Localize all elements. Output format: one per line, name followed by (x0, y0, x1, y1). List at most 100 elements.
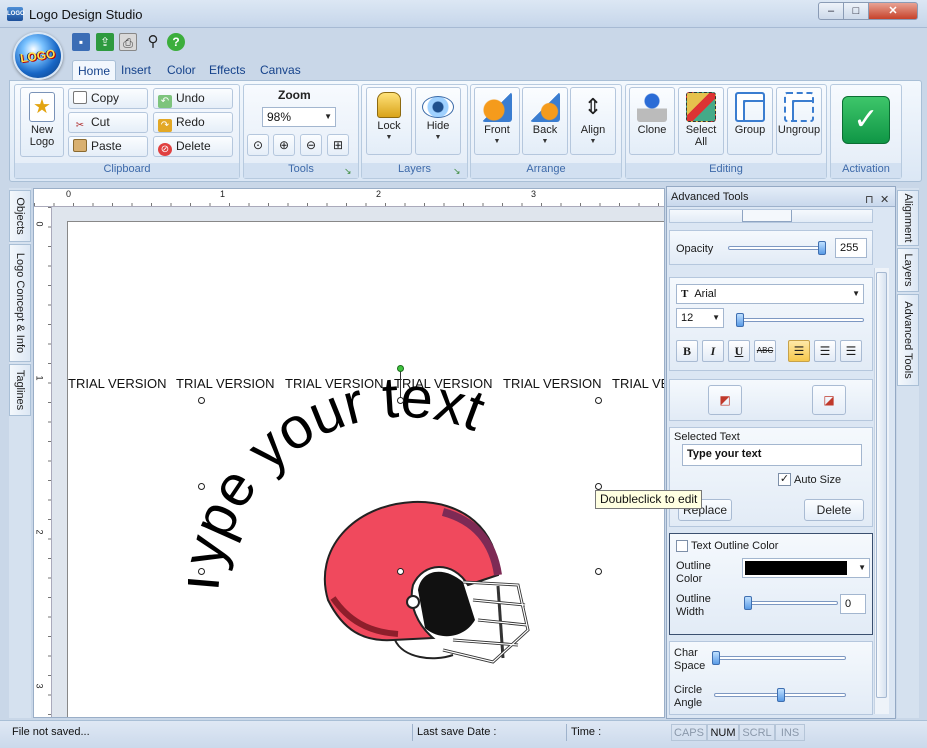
align-center-button[interactable]: ☰ (814, 340, 836, 362)
font-size-select[interactable]: 12 ▼ (676, 308, 724, 328)
italic-button[interactable]: I (702, 340, 724, 362)
zoom-in-icon: ⊕ (278, 138, 290, 152)
resize-handle[interactable] (397, 568, 404, 575)
circle-angle-slider-thumb[interactable] (777, 688, 785, 702)
print-icon[interactable]: ⎙ (119, 33, 137, 51)
zoom-in-button[interactable]: ⊕ (273, 134, 295, 156)
paste-button[interactable]: Paste (68, 136, 148, 157)
panel-close-icon[interactable]: ✕ (880, 190, 889, 210)
tab-logo-concept[interactable]: Logo Concept & Info (9, 244, 31, 362)
resize-handle[interactable] (397, 397, 404, 404)
auto-size-checkbox[interactable]: ✓ (778, 473, 791, 486)
clone-button[interactable]: Clone (629, 87, 675, 155)
cut-button[interactable]: ✂ Cut (68, 112, 148, 133)
outline-color-select[interactable]: ▼ (742, 558, 870, 578)
hide-button[interactable]: Hide ▼ (415, 87, 461, 155)
align-right-icon: ☰ (845, 344, 857, 358)
zoom-actual-button[interactable]: ⊞ (327, 134, 349, 156)
tab-effects[interactable]: Effects (205, 60, 249, 80)
char-space-slider[interactable] (714, 656, 846, 660)
opacity-slider-thumb[interactable] (818, 241, 826, 255)
tab-advanced-tools[interactable]: Advanced Tools (897, 294, 919, 386)
flip-vertical-button[interactable]: ◪ (812, 385, 846, 415)
undo-button[interactable]: ↶ Undo (153, 88, 233, 109)
group-button[interactable]: Group (727, 87, 773, 155)
flip-horizontal-button[interactable]: ◩ (708, 385, 742, 415)
design-canvas[interactable]: 0 1 2 3 0 1 2 3 TRIAL VERSION TRIAL VERS… (33, 188, 665, 718)
resize-handle[interactable] (595, 483, 602, 490)
lock-button[interactable]: Lock ▼ (366, 87, 412, 155)
resize-handle[interactable] (595, 568, 602, 575)
font-family-select[interactable]: T Arial ▼ (676, 284, 864, 304)
copy-button[interactable]: Copy (68, 88, 148, 109)
save-icon[interactable]: ▪ (72, 33, 90, 51)
rotate-handle[interactable] (397, 365, 404, 372)
align-left-icon: ☰ (793, 344, 805, 358)
outline-width-slider[interactable] (746, 601, 838, 605)
tab-alignment[interactable]: Alignment (897, 190, 919, 246)
zoom-value: 98% (267, 110, 292, 124)
chevron-down-icon: ▼ (712, 313, 720, 322)
logo-page[interactable]: TRIAL VERSION TRIAL VERSION TRIAL VERSIO… (67, 221, 664, 717)
tab-insert[interactable]: Insert (117, 60, 155, 80)
opacity-value-field[interactable]: 255 (835, 238, 867, 258)
activation-check-icon[interactable]: ✓ (842, 96, 890, 144)
delete-icon: ⊘ (158, 143, 172, 156)
tools-launcher-icon[interactable]: ↘ (344, 166, 354, 176)
resize-handle[interactable] (198, 397, 205, 404)
curved-text-object[interactable]: Type your text (188, 377, 608, 637)
panel-scrollbar-thumb[interactable] (876, 272, 887, 698)
maximize-button[interactable]: □ (843, 2, 869, 20)
tab-color[interactable]: Color (163, 60, 200, 80)
resize-handle[interactable] (595, 397, 602, 404)
delete-button[interactable]: ⊘ Delete (153, 136, 233, 157)
tab-canvas[interactable]: Canvas (256, 60, 305, 80)
back-label: Back (532, 124, 558, 136)
char-space-slider-thumb[interactable] (712, 651, 720, 665)
pin-icon[interactable]: ⊓ (865, 190, 874, 210)
font-size-slider[interactable] (738, 318, 864, 322)
align-button[interactable]: ⇕ Align ▼ (570, 87, 616, 155)
tab-objects[interactable]: Objects (9, 190, 31, 242)
new-logo-button[interactable]: ★ New Logo (20, 87, 64, 157)
align-left-button[interactable]: ☰ (788, 340, 810, 362)
zoom-select[interactable]: 98% ▼ (262, 107, 336, 127)
tab-taglines[interactable]: Taglines (9, 364, 31, 416)
selected-text-label: Selected Text (674, 431, 740, 443)
layers-launcher-icon[interactable]: ↘ (453, 166, 463, 176)
opacity-slider[interactable] (728, 246, 824, 250)
back-button[interactable]: Back ▼ (522, 87, 568, 155)
outline-width-slider-thumb[interactable] (744, 596, 752, 610)
transform-section: ◩ ◪ (669, 379, 873, 421)
align-right-button[interactable]: ☰ (840, 340, 862, 362)
select-all-button[interactable]: Select All (678, 87, 724, 155)
export-icon[interactable]: ⇪ (96, 33, 114, 51)
zoom-fit-button[interactable]: ⊙ (247, 134, 269, 156)
tools-group-label: Tools (244, 163, 358, 178)
close-button[interactable]: ✕ (868, 2, 918, 20)
resize-handle[interactable] (198, 568, 205, 575)
paste-label: Paste (91, 139, 122, 153)
font-size-slider-thumb[interactable] (736, 313, 744, 327)
front-button[interactable]: Front ▼ (474, 87, 520, 155)
underline-button[interactable]: U (728, 340, 750, 362)
print-preview-icon[interactable]: ⚲ (144, 33, 162, 51)
collapse-grip[interactable] (742, 210, 792, 222)
zoom-label: Zoom (278, 88, 311, 102)
tab-layers[interactable]: Layers (897, 248, 919, 292)
tab-home[interactable]: Home (72, 60, 117, 80)
outline-color-checkbox[interactable] (676, 540, 688, 552)
outline-section: Text Outline Color Outline Color ▼ Outli… (669, 533, 873, 635)
resize-handle[interactable] (198, 483, 205, 490)
text-delete-button[interactable]: Delete (804, 499, 864, 521)
minimize-button[interactable]: ‒ (818, 2, 844, 20)
outline-width-value-field[interactable]: 0 (840, 594, 866, 614)
selected-text-input[interactable]: Type your text (682, 444, 862, 466)
strikethrough-button[interactable]: ABC (754, 340, 776, 362)
bold-button[interactable]: B (676, 340, 698, 362)
help-icon[interactable]: ? (167, 33, 185, 51)
redo-button[interactable]: ↷ Redo (153, 112, 233, 133)
app-menu-orb[interactable]: LOGO (13, 32, 63, 80)
zoom-out-button[interactable]: ⊖ (300, 134, 322, 156)
ungroup-button[interactable]: Ungroup (776, 87, 822, 155)
